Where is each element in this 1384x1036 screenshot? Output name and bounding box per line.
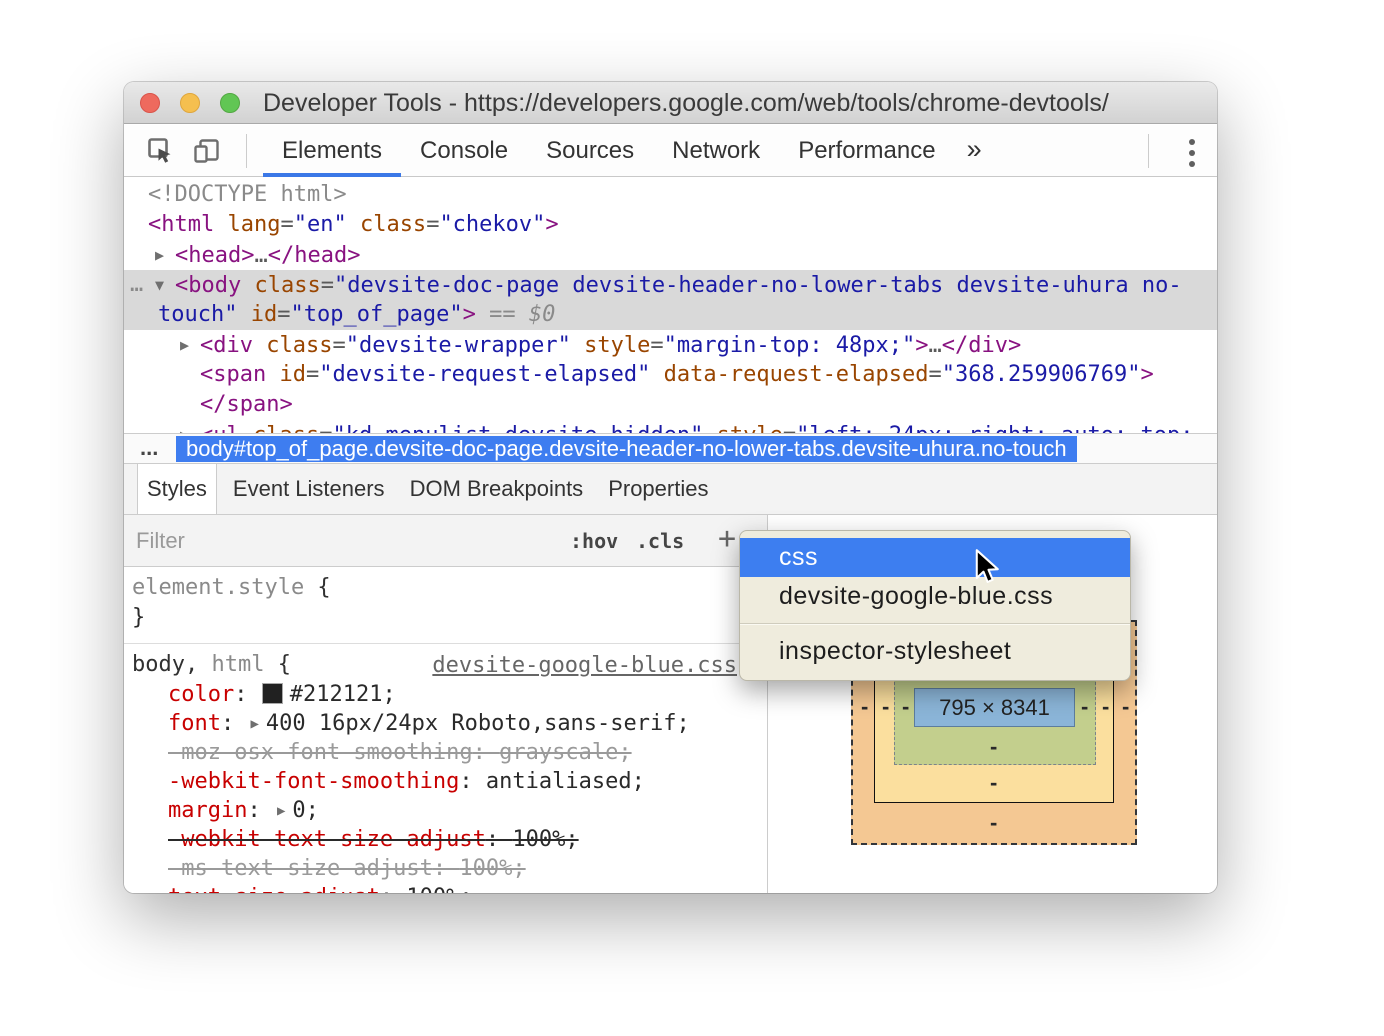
rule-close-brace: } <box>132 603 759 633</box>
sidebar-tab-dom-breakpoints[interactable]: DOM Breakpoints <box>401 464 593 514</box>
toggle-device-toolbar-icon[interactable] <box>192 136 222 166</box>
menu-item-inspector-stylesheet[interactable]: inspector-stylesheet <box>740 632 1130 671</box>
box-model-value[interactable]: - <box>861 694 868 720</box>
toolbar-divider <box>246 134 247 168</box>
kebab-menu-icon[interactable] <box>1189 139 1195 167</box>
box-model-value[interactable]: - <box>990 810 997 836</box>
style-rule: body, html {devsite-google-blue.csscolor… <box>124 644 767 893</box>
breadcrumb-selected-node[interactable]: body#top_of_page.devsite-doc-page.devsit… <box>176 436 1077 462</box>
minimize-window-button[interactable] <box>180 93 200 113</box>
css-property[interactable]: margin: ▶0; <box>132 796 759 825</box>
css-property[interactable]: -webkit-text-size-adjust: 100%; <box>132 825 759 854</box>
rule-selector[interactable]: element.style { <box>132 573 759 603</box>
zoom-window-button[interactable] <box>220 93 240 113</box>
new-style-rule-button[interactable]: + <box>718 521 736 556</box>
styles-filter-bar: Filter :hov .cls + <box>124 515 767 567</box>
tab-elements[interactable]: Elements <box>263 125 401 177</box>
box-model-value[interactable]: - <box>1081 694 1088 720</box>
box-model-value[interactable]: - <box>882 694 889 720</box>
devtools-toolbar: ElementsConsoleSourcesNetworkPerformance… <box>124 125 1217 177</box>
tab-sources[interactable]: Sources <box>527 125 653 177</box>
css-property[interactable]: -moz-osx-font-smoothing: grayscale; <box>132 738 759 767</box>
expand-arrow-icon[interactable]: ▶ <box>180 420 200 433</box>
dom-tree-node[interactable]: <span id="devsite-request-elapsed" data-… <box>124 360 1217 390</box>
stylesheet-source-link[interactable]: devsite-google-blue.css <box>432 653 737 678</box>
element-classes-button[interactable]: .cls <box>636 529 684 553</box>
css-property[interactable]: -webkit-font-smoothing: antialiased; <box>132 767 759 796</box>
node-more-actions-dots[interactable]: … <box>130 270 143 300</box>
mouse-cursor <box>969 548 1005 586</box>
dom-tree-node[interactable]: touch" id="top_of_page"> == $0 <box>124 300 1217 330</box>
sidebar-tab-properties[interactable]: Properties <box>599 464 717 514</box>
sidebar-tab-event-listeners[interactable]: Event Listeners <box>224 464 394 514</box>
sidebar-tabbar: StylesEvent ListenersDOM BreakpointsProp… <box>124 464 1217 515</box>
expand-shorthand-icon[interactable]: ▶ <box>277 803 285 819</box>
menu-item-devsite-google-blue-css[interactable]: devsite-google-blue.css <box>740 577 1130 616</box>
tab-performance[interactable]: Performance <box>779 125 954 177</box>
devtools-window: Developer Tools - https://developers.goo… <box>124 82 1217 893</box>
box-model-value[interactable]: - <box>990 770 997 796</box>
dom-tree-node[interactable]: <!DOCTYPE html> <box>124 180 1217 210</box>
dom-tree-node[interactable]: <html lang="en" class="chekov"> <box>124 210 1217 240</box>
dom-tree-node[interactable]: </span> <box>124 390 1217 420</box>
sidebar-tab-styles[interactable]: Styles <box>137 464 217 514</box>
collapse-arrow-icon[interactable]: ▼ <box>155 270 175 300</box>
box-model-content[interactable]: 795 × 8341 <box>914 688 1075 727</box>
css-property[interactable]: color: #212121; <box>132 680 759 709</box>
window-title: Developer Tools - https://developers.goo… <box>263 89 1109 118</box>
toggle-element-state-button[interactable]: :hov <box>570 529 618 553</box>
tab-console[interactable]: Console <box>401 125 527 177</box>
filter-input[interactable]: Filter <box>136 528 185 554</box>
breadcrumb-overflow-dots[interactable]: ... <box>140 435 158 461</box>
toolbar-divider <box>1148 134 1149 168</box>
box-model-value[interactable]: - <box>990 734 997 760</box>
style-rules-list: element.style {}body, html {devsite-goog… <box>124 567 767 893</box>
css-property[interactable]: font: ▶400 16px/24px Roboto,sans-serif; <box>132 709 759 738</box>
menu-separator <box>740 623 1130 625</box>
style-rule: element.style {} <box>124 567 767 644</box>
inspect-element-icon[interactable] <box>146 136 176 166</box>
traffic-lights <box>140 93 240 113</box>
dom-tree-node[interactable]: ▶<ul class="kd-menulist devsite-hidden" … <box>124 420 1217 433</box>
dom-tree-node[interactable]: ▶<head>…</head> <box>124 240 1217 270</box>
css-property[interactable]: -ms-text-size-adjust: 100%; <box>132 854 759 883</box>
toolbar-tabs: ElementsConsoleSourcesNetworkPerformance… <box>263 125 994 177</box>
box-model-value[interactable]: - <box>1102 694 1109 720</box>
styles-pane: Filter :hov .cls + element.style {}body,… <box>124 515 767 893</box>
menu-item-css[interactable]: css <box>740 538 1130 577</box>
breadcrumb: ... body#top_of_page.devsite-doc-page.de… <box>124 433 1217 464</box>
tab-network[interactable]: Network <box>653 125 779 177</box>
color-swatch[interactable] <box>262 683 283 704</box>
dom-tree-node[interactable]: ▶<div class="devsite-wrapper" style="mar… <box>124 330 1217 360</box>
box-model-value[interactable]: - <box>1122 694 1129 720</box>
expand-shorthand-icon[interactable]: ▶ <box>250 716 258 732</box>
dom-tree: <!DOCTYPE html><html lang="en" class="ch… <box>124 178 1217 433</box>
css-property[interactable]: text-size-adjust: 100%; <box>132 883 759 893</box>
title-bar: Developer Tools - https://developers.goo… <box>124 82 1217 124</box>
stylesheet-dropdown-menu: cssdevsite-google-blue.css inspector-styl… <box>739 530 1131 681</box>
expand-arrow-icon[interactable]: ▶ <box>155 240 175 270</box>
close-window-button[interactable] <box>140 93 160 113</box>
box-model-value[interactable]: - <box>902 694 909 720</box>
more-tabs-button[interactable]: » <box>955 125 994 177</box>
expand-arrow-icon[interactable]: ▶ <box>180 330 200 360</box>
dom-tree-node[interactable]: …▼<body class="devsite-doc-page devsite-… <box>124 270 1217 300</box>
